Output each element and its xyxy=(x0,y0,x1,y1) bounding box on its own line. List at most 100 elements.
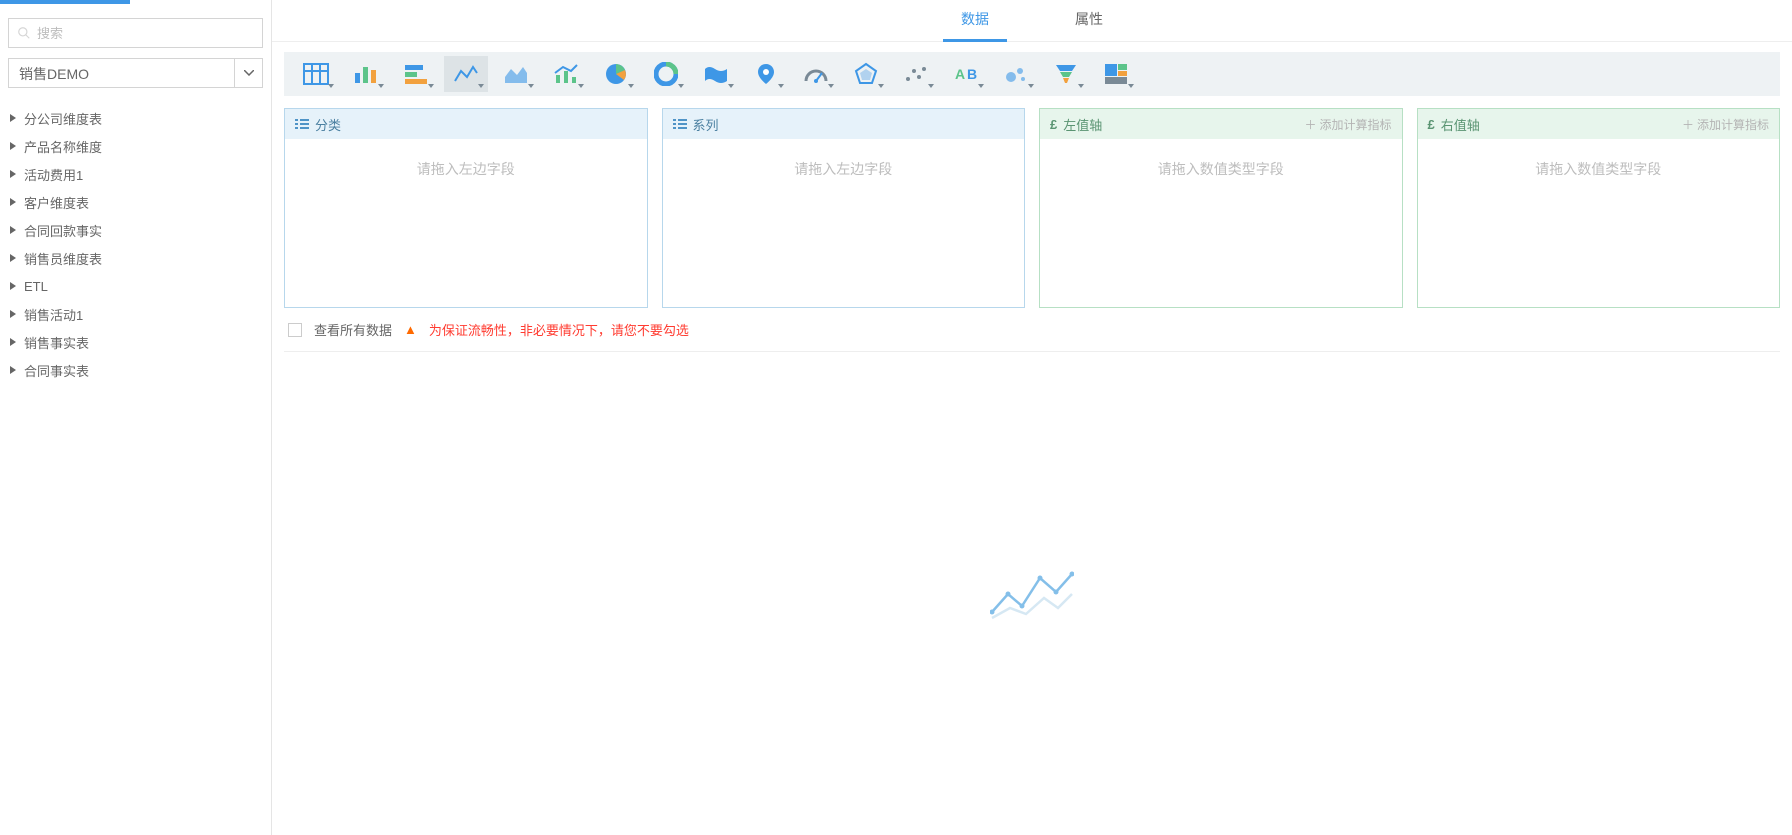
geo-pin-icon[interactable] xyxy=(744,56,788,92)
tree-item[interactable]: 销售活动1 xyxy=(0,300,271,328)
tree-item[interactable]: 产品名称维度 xyxy=(0,132,271,160)
dropzone-series[interactable]: 系列 请拖入左边字段 xyxy=(662,108,1026,308)
tree-item-label: ETL xyxy=(24,279,48,294)
tab-attributes-label: 属性 xyxy=(1075,9,1103,29)
add-calc-metric-left-label: 添加计算指标 xyxy=(1319,116,1391,133)
view-all-label: 查看所有数据 xyxy=(314,320,392,339)
tree-item[interactable]: 销售事实表 xyxy=(0,328,271,356)
chevron-down-icon xyxy=(928,84,934,88)
dropzone-right-axis[interactable]: £ 右值轴 ＋ 添加计算指标 请拖入数值类型字段 xyxy=(1417,108,1781,308)
tree-item-label: 销售事实表 xyxy=(24,333,89,352)
dropzone-right-hint: 请拖入数值类型字段 xyxy=(1418,139,1780,307)
tree-item-label: 销售员维度表 xyxy=(24,249,102,268)
tree-item[interactable]: ETL xyxy=(0,272,271,300)
tree-item-label: 分公司维度表 xyxy=(24,109,102,128)
list-icon xyxy=(673,117,687,131)
tree-item[interactable]: 客户维度表 xyxy=(0,188,271,216)
tree-item-label: 活动费用1 xyxy=(24,165,83,184)
datasource-select[interactable]: 销售DEMO xyxy=(8,58,263,88)
dropzone-series-title: 系列 xyxy=(693,115,719,134)
dropzone-category[interactable]: 分类 请拖入左边字段 xyxy=(284,108,648,308)
caret-right-icon xyxy=(8,225,18,235)
table-icon[interactable] xyxy=(294,56,338,92)
chevron-down-icon xyxy=(828,84,834,88)
line-chart-icon[interactable] xyxy=(444,56,488,92)
main-panel: 数据 属性 AB 分类 请拖入左边字段 xyxy=(272,0,1792,835)
tree-item-label: 合同事实表 xyxy=(24,361,89,380)
datasource-select-label: 销售DEMO xyxy=(19,66,89,82)
chevron-down-icon xyxy=(578,84,584,88)
tree-item[interactable]: 分公司维度表 xyxy=(0,104,271,132)
chevron-down-icon xyxy=(1028,84,1034,88)
chevron-down-icon xyxy=(528,84,534,88)
sidebar: 销售DEMO 分公司维度表产品名称维度活动费用1 客户维度表合同回款事实销售员维度… xyxy=(0,0,272,835)
svg-text:B: B xyxy=(967,66,977,82)
caret-right-icon xyxy=(8,253,18,263)
tab-data[interactable]: 数据 xyxy=(943,0,1007,42)
caret-right-icon xyxy=(8,113,18,123)
chevron-down-icon xyxy=(328,84,334,88)
treemap-icon[interactable] xyxy=(1094,56,1138,92)
caret-right-icon xyxy=(8,141,18,151)
column-chart-icon[interactable] xyxy=(344,56,388,92)
chevron-down-icon xyxy=(628,84,634,88)
tree-item[interactable]: 合同事实表 xyxy=(0,356,271,384)
config-tabs: 数据 属性 xyxy=(272,0,1792,42)
tree-item-label: 客户维度表 xyxy=(24,193,89,212)
map-icon[interactable] xyxy=(694,56,738,92)
add-calc-metric-right[interactable]: ＋ 添加计算指标 xyxy=(1682,116,1769,133)
view-all-checkbox[interactable] xyxy=(288,323,302,337)
bar-chart-icon[interactable] xyxy=(394,56,438,92)
scatter-icon[interactable] xyxy=(894,56,938,92)
caret-right-icon xyxy=(8,197,18,207)
search-icon xyxy=(17,26,31,40)
caret-right-icon xyxy=(8,169,18,179)
plus-icon: ＋ xyxy=(1682,116,1694,133)
add-calc-metric-left[interactable]: ＋ 添加计算指标 xyxy=(1304,116,1391,133)
caret-right-icon xyxy=(8,281,18,291)
dropzone-left-title: 左值轴 xyxy=(1063,115,1102,134)
plus-icon: ＋ xyxy=(1304,116,1316,133)
dropzone-category-title: 分类 xyxy=(315,115,341,134)
pie-chart-icon[interactable] xyxy=(594,56,638,92)
tree-item[interactable]: 合同回款事实 xyxy=(0,216,271,244)
chevron-down-icon xyxy=(378,84,384,88)
tree-item-label: 合同回款事实 xyxy=(24,221,102,240)
currency-icon: £ xyxy=(1050,117,1057,132)
text-icon[interactable]: AB xyxy=(944,56,988,92)
bubble-icon[interactable] xyxy=(994,56,1038,92)
chevron-down-icon xyxy=(234,59,262,87)
gauge-icon[interactable] xyxy=(794,56,838,92)
search-input[interactable] xyxy=(37,26,254,41)
caret-right-icon xyxy=(8,309,18,319)
dropzone-left-axis[interactable]: £ 左值轴 ＋ 添加计算指标 请拖入数值类型字段 xyxy=(1039,108,1403,308)
chevron-down-icon xyxy=(778,84,784,88)
dropzone-category-hint: 请拖入左边字段 xyxy=(285,139,647,307)
chevron-down-icon xyxy=(978,84,984,88)
dropzone-left-hint: 请拖入数值类型字段 xyxy=(1040,139,1402,307)
view-all-warning: 为保证流畅性，非必要情况下，请您不要勾选 xyxy=(429,320,689,339)
chevron-down-icon xyxy=(678,84,684,88)
tab-attributes[interactable]: 属性 xyxy=(1057,0,1121,42)
chevron-down-icon xyxy=(728,84,734,88)
combo-chart-icon[interactable] xyxy=(544,56,588,92)
dropzone-right-title: 右值轴 xyxy=(1441,115,1480,134)
list-icon xyxy=(295,117,309,131)
tree-item[interactable]: 销售员维度表 xyxy=(0,244,271,272)
add-calc-metric-right-label: 添加计算指标 xyxy=(1697,116,1769,133)
search-box[interactable] xyxy=(8,18,263,48)
line-chart-placeholder-icon xyxy=(990,564,1074,624)
tree-item-label: 产品名称维度 xyxy=(24,137,102,156)
donut-chart-icon[interactable] xyxy=(644,56,688,92)
tab-data-label: 数据 xyxy=(961,9,989,29)
tree-item[interactable]: 活动费用1 xyxy=(0,160,271,188)
chevron-down-icon xyxy=(478,84,484,88)
funnel-icon[interactable] xyxy=(1044,56,1088,92)
caret-right-icon xyxy=(8,365,18,375)
dropzone-series-hint: 请拖入左边字段 xyxy=(663,139,1025,307)
radar-icon[interactable] xyxy=(844,56,888,92)
chevron-down-icon xyxy=(1128,84,1134,88)
chevron-down-icon xyxy=(1078,84,1084,88)
datasource-tree: 分公司维度表产品名称维度活动费用1 客户维度表合同回款事实销售员维度表 ETL 销售活… xyxy=(0,98,271,390)
area-chart-icon[interactable] xyxy=(494,56,538,92)
